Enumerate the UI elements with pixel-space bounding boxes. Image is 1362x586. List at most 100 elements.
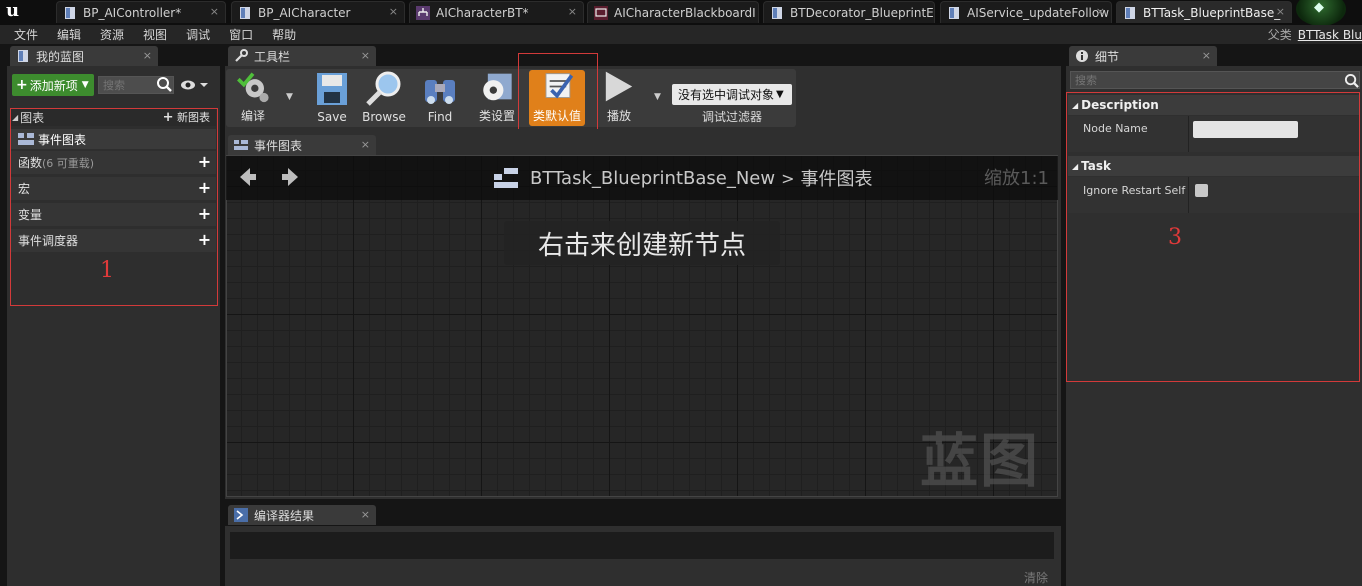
add-new-label: 添加新项 (29, 78, 78, 93)
tab-label: BP_AICharacter (258, 5, 351, 20)
blackboard-icon (594, 5, 608, 20)
parent-class-link[interactable]: BTTask Blu (1298, 28, 1362, 42)
blueprint-book-icon (240, 6, 250, 19)
details-search-input[interactable] (1070, 71, 1360, 89)
breadcrumb-leaf: 事件图表 (800, 169, 873, 190)
compile-gears-icon (237, 72, 269, 103)
menu-edit[interactable]: 编辑 (57, 26, 81, 43)
close-icon[interactable]: × (389, 5, 398, 18)
class-settings-gear-icon (483, 73, 512, 101)
parent-class-label: 父类 (1267, 28, 1292, 42)
find-button[interactable]: Find (418, 70, 462, 126)
wrench-icon (235, 49, 248, 62)
annotation-box-3 (1066, 92, 1360, 382)
clear-button[interactable]: 清除 (1024, 569, 1048, 586)
menu-window[interactable]: 窗口 (229, 26, 253, 43)
tab-bp-aicontroller[interactable]: BP_AIController* × (56, 1, 226, 23)
diamond-icon: ◆ (1314, 0, 1324, 15)
browse-button[interactable]: Browse (360, 70, 408, 126)
add-new-button[interactable]: + 添加新项 ▼ (12, 74, 94, 96)
compiler-log-icon (234, 508, 248, 522)
tab-aicharacterblackboard[interactable]: AICharacterBlackboardI (587, 1, 759, 23)
debug-object-value: 没有选中调试对象 (678, 88, 775, 102)
tab-compiler-results[interactable]: 编译器结果 × (228, 505, 376, 525)
close-icon[interactable]: × (568, 5, 577, 18)
menu-view[interactable]: 视图 (143, 26, 167, 43)
close-icon[interactable]: × (361, 138, 370, 151)
find-binoculars-icon (425, 80, 455, 104)
tab-label: AICharacterBT* (436, 5, 529, 20)
menu-asset[interactable]: 资源 (100, 26, 124, 43)
breadcrumb-root[interactable]: BTTask_BlueprintBase_New (530, 168, 775, 189)
play-button[interactable]: 播放 (596, 70, 642, 126)
tab-bp-aicharacter[interactable]: BP_AICharacter × (231, 1, 405, 23)
eye-icon[interactable] (180, 78, 208, 92)
find-label: Find (427, 110, 453, 124)
menu-file[interactable]: 文件 (14, 26, 38, 43)
tab-my-blueprint[interactable]: 我的蓝图 × (10, 46, 158, 66)
play-options-dropdown[interactable]: ▼ (654, 92, 664, 102)
tab-bttask-blueprintbase[interactable]: BTTask_BlueprintBase_ × (1116, 1, 1292, 23)
tab-label: AIService_updateFollow (967, 5, 1110, 20)
chevron-down-icon: ▼ (776, 89, 784, 100)
menu-help[interactable]: 帮助 (272, 26, 296, 43)
plus-icon: + (16, 77, 28, 93)
search-icon[interactable] (156, 76, 172, 92)
close-icon[interactable]: × (210, 5, 219, 18)
save-button[interactable]: Save (312, 70, 352, 126)
search-icon[interactable] (1344, 73, 1359, 88)
tab-label: BTTask_BlueprintBase_ (1143, 5, 1281, 20)
behavior-tree-icon (416, 5, 430, 20)
close-icon[interactable]: × (361, 508, 370, 521)
debug-object-select[interactable]: 没有选中调试对象 ▼ (672, 84, 792, 105)
graph-icon (234, 140, 248, 150)
panel-title: 工具栏 (254, 49, 291, 64)
browse-magnifier-icon (366, 71, 401, 106)
graph-icon (494, 168, 518, 188)
compile-button[interactable]: 编译 (230, 70, 276, 126)
arrow-right-icon[interactable] (280, 166, 302, 188)
close-icon[interactable]: × (1202, 49, 1211, 62)
tab-event-graph[interactable]: 事件图表 × (228, 135, 376, 155)
class-settings-button[interactable]: 类设置 (474, 70, 520, 126)
arrow-left-icon[interactable] (236, 166, 258, 188)
ue-blueprint-editor: u BP_AIController* × BP_AICharacter × AI… (0, 0, 1362, 586)
unreal-logo-icon[interactable]: u (6, 0, 32, 22)
chevron-down-icon: ▼ (81, 80, 89, 90)
source-control-button[interactable]: ◆ (1296, 0, 1346, 26)
blueprint-book-icon (1125, 6, 1135, 19)
close-icon[interactable]: × (361, 49, 370, 62)
tab-btdecorator[interactable]: BTDecorator_BlueprintE (763, 1, 935, 23)
tab-aiservice-updatefollow[interactable]: AIService_updateFollow × (940, 1, 1112, 23)
tab-toolbar[interactable]: 工具栏 × (228, 46, 376, 66)
save-disk-icon (317, 73, 347, 105)
panel-title: 我的蓝图 (36, 49, 85, 64)
close-icon[interactable]: × (1276, 5, 1285, 18)
tab-label: BP_AIController* (83, 5, 182, 20)
compile-options-dropdown[interactable]: ▼ (286, 92, 296, 102)
blueprint-watermark: 蓝图 (920, 427, 1041, 495)
tab-label: BTDecorator_BlueprintE (790, 5, 934, 20)
tab-label: AICharacterBlackboardI (614, 5, 756, 20)
parent-class-info: 父类 BTTask Blu (1268, 26, 1362, 43)
close-icon[interactable]: × (143, 49, 152, 62)
annotation-box-1 (10, 108, 218, 306)
menu-bar: 文件 编辑 资源 视图 调试 窗口 帮助 父类 BTTask Blu (0, 25, 1362, 44)
annotation-number-1: 1 (100, 258, 114, 283)
blueprint-book-icon (772, 6, 782, 19)
zoom-level: 缩放1:1 (984, 168, 1049, 189)
tab-details[interactable]: 细节 × (1069, 46, 1217, 66)
browse-label: Browse (362, 110, 406, 124)
annotation-number-3: 3 (1168, 225, 1182, 250)
info-icon (1076, 50, 1088, 62)
blueprint-book-icon (949, 6, 959, 19)
tab-aicharacterbt[interactable]: AICharacterBT* × (409, 1, 584, 23)
menu-debug[interactable]: 调试 (186, 26, 210, 43)
close-icon[interactable]: × (1096, 5, 1105, 18)
class-settings-label: 类设置 (478, 109, 515, 123)
panel-title: 编译器结果 (254, 508, 315, 523)
play-icon (605, 71, 633, 102)
debug-filter-label: 调试过滤器 (701, 110, 762, 124)
compiler-output-log[interactable] (230, 532, 1054, 559)
blueprint-book-icon (18, 50, 28, 62)
